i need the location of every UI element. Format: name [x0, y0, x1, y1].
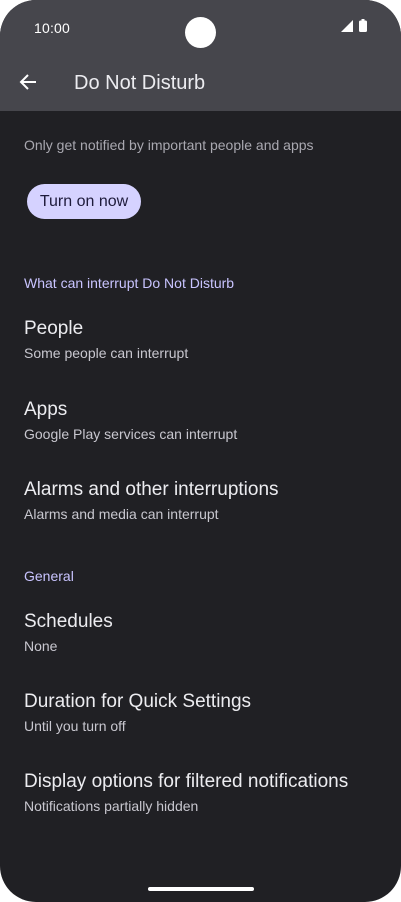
- setting-title: Display options for filtered notificatio…: [24, 771, 349, 792]
- arrow-back-icon: [19, 73, 37, 96]
- setting-title: Apps: [24, 399, 68, 420]
- top-app-bar: 10:00 Do Not Disturb: [0, 0, 401, 111]
- setting-item-people[interactable]: People Some people can interrupt: [0, 318, 401, 370]
- setting-item-duration[interactable]: Duration for Quick Settings Until you tu…: [0, 691, 401, 743]
- setting-item-schedules[interactable]: Schedules None: [0, 611, 401, 663]
- page-title: Do Not Disturb: [74, 72, 206, 94]
- setting-subtitle: None: [24, 638, 58, 654]
- signal-icon: [341, 19, 353, 37]
- setting-subtitle: Alarms and media can interrupt: [24, 506, 219, 522]
- page-description: Only get notified by important people an…: [24, 137, 314, 153]
- setting-item-apps[interactable]: Apps Google Play services can interrupt: [0, 399, 401, 451]
- setting-item-display-options[interactable]: Display options for filtered notificatio…: [0, 771, 401, 823]
- setting-item-alarms[interactable]: Alarms and other interruptions Alarms an…: [0, 479, 401, 531]
- turn-on-now-button[interactable]: Turn on now: [27, 184, 141, 219]
- setting-subtitle: Notifications partially hidden: [24, 798, 199, 814]
- setting-title: Duration for Quick Settings: [24, 691, 252, 712]
- home-indicator[interactable]: [148, 887, 254, 891]
- status-time: 10:00: [34, 20, 71, 36]
- phone-screen: 10:00 Do Not Disturb Only get notified b…: [0, 0, 401, 902]
- setting-subtitle: Until you turn off: [24, 718, 126, 734]
- battery-icon: [359, 19, 367, 37]
- section-header-general: General: [24, 568, 74, 584]
- setting-title: People: [24, 318, 84, 339]
- status-icons: [341, 19, 367, 37]
- setting-title: Alarms and other interruptions: [24, 479, 279, 500]
- setting-title: Schedules: [24, 611, 113, 632]
- setting-subtitle: Some people can interrupt: [24, 345, 189, 361]
- setting-subtitle: Google Play services can interrupt: [24, 426, 238, 442]
- section-header-interrupt: What can interrupt Do Not Disturb: [24, 275, 235, 291]
- back-button[interactable]: [12, 68, 44, 100]
- camera-cutout: [185, 17, 216, 48]
